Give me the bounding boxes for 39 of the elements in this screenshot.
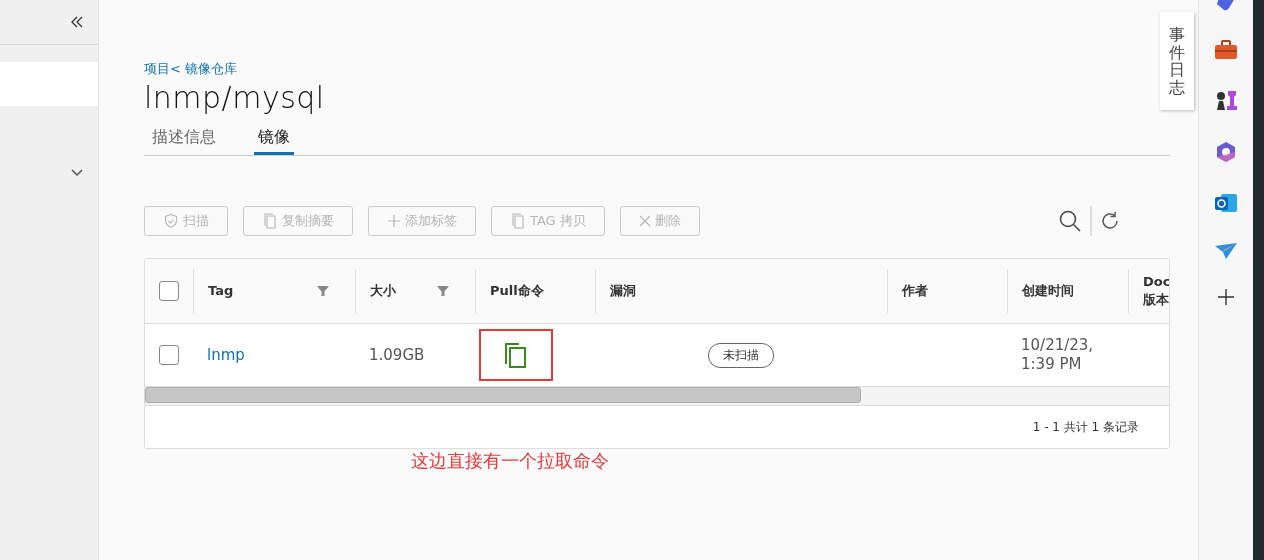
tab[interactable]: 镜像 — [254, 125, 294, 155]
toolbox-icon[interactable] — [1214, 40, 1238, 60]
scan-status-badge: 未扫描 — [708, 342, 774, 368]
refresh-icon[interactable] — [1100, 211, 1120, 231]
table-cell-text: 10/21/23, 1:39 PM — [1021, 336, 1095, 374]
tab[interactable]: 描述信息 — [148, 125, 220, 155]
column-header: 漏洞 — [610, 282, 636, 300]
event-log-tab[interactable]: 事件日志 — [1160, 12, 1194, 111]
search-icon[interactable] — [1058, 209, 1082, 233]
close-icon — [638, 215, 651, 227]
add-icon[interactable] — [1217, 288, 1235, 306]
column-header: Doc 版本 — [1143, 273, 1169, 309]
select-all-checkbox[interactable] — [159, 281, 179, 301]
paper-plane-icon[interactable] — [1214, 242, 1238, 260]
breadcrumb-link[interactable]: 项目< 镜像仓库 — [144, 60, 238, 78]
plus-icon — [387, 214, 401, 228]
mail-app-icon[interactable] — [1214, 192, 1238, 214]
column-header: 创建时间 — [1022, 282, 1074, 300]
row-checkbox[interactable] — [159, 345, 179, 365]
column-header: 大小 — [370, 282, 396, 300]
filter-icon[interactable] — [437, 285, 449, 297]
copy-icon[interactable] — [503, 341, 529, 369]
column-header: 作者 — [902, 282, 928, 300]
copy-icon — [262, 212, 278, 230]
ring-logo-icon[interactable] — [1214, 140, 1238, 164]
tag-link[interactable]: lnmp — [207, 346, 245, 364]
filter-icon[interactable] — [317, 285, 329, 297]
shield-icon — [163, 213, 179, 229]
chess-pieces-icon[interactable] — [1214, 88, 1238, 112]
pagination-text: 1 - 1 共计 1 条记录 — [1032, 418, 1139, 436]
column-header: Pull命令 — [490, 282, 544, 300]
chevron-down-icon[interactable] — [70, 168, 84, 178]
copy-icon — [510, 212, 526, 230]
column-header: Tag — [208, 282, 234, 300]
annotation-text: 这边直接有一个拉取命令 — [411, 449, 609, 473]
horizontal-scrollbar[interactable] — [145, 386, 1169, 406]
table-cell: 1.09GB — [369, 346, 425, 364]
collapse-icon[interactable] — [70, 15, 84, 29]
page-title: lnmp/mysql — [144, 80, 325, 115]
